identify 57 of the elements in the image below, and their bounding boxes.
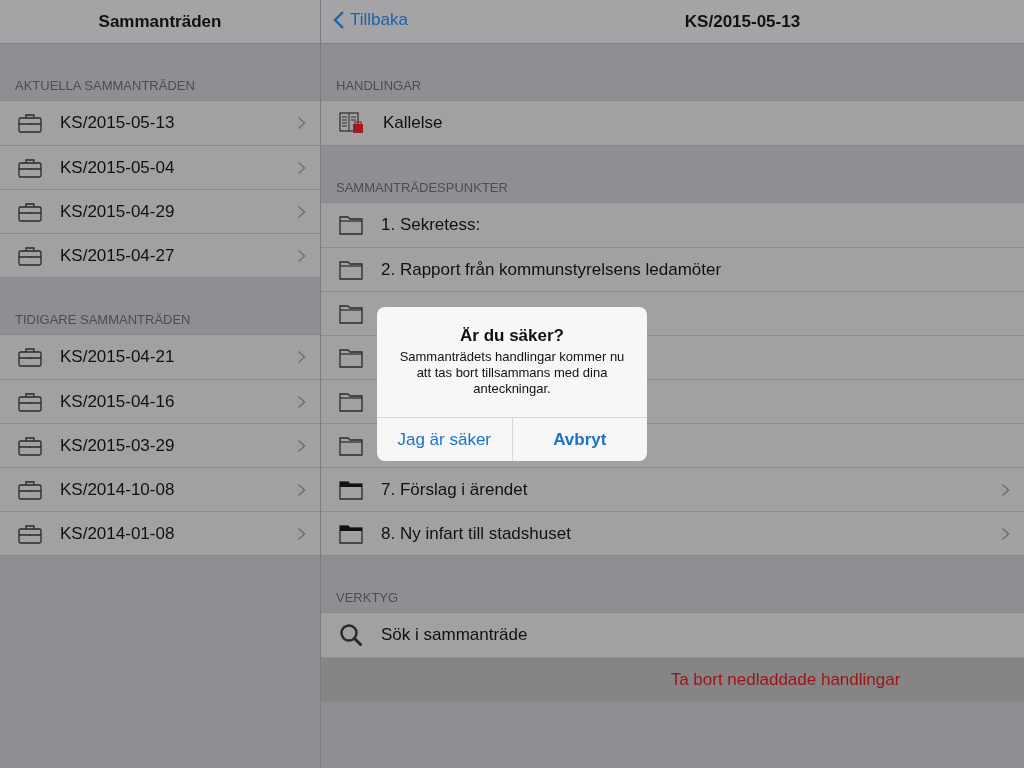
briefcase-icon [18, 391, 42, 412]
meeting-item[interactable]: KS/2015-04-16 [0, 379, 320, 423]
alert-message: Sammanträdets handlingar kommer nu att tas bort tillsammans med dina anteckningar. [398, 349, 626, 397]
agenda-item[interactable]: 1. Sekretess: [321, 203, 1024, 247]
section-header: VERKTYG [336, 590, 399, 605]
briefcase-icon [18, 157, 42, 178]
search-item[interactable]: Sök i sammanträde [321, 613, 1024, 657]
panel-title: KS/2015-05-13 [684, 11, 801, 32]
alert-title: Är du säker? [459, 326, 565, 346]
chevron-icon [297, 116, 306, 130]
panel-title: Sammanträden [98, 11, 222, 32]
briefcase-icon [18, 435, 42, 456]
briefcase-icon [18, 201, 42, 222]
briefcase-icon [18, 113, 42, 133]
section-header: HANDLINGAR [336, 78, 422, 93]
chevron-icon [297, 526, 306, 541]
chevron-icon [297, 394, 306, 409]
chevron-icon [297, 438, 306, 453]
agenda-item[interactable]: 8. Ny infart till stadshuset [321, 511, 1024, 555]
briefcase-icon [18, 479, 42, 500]
alert-button[interactable]: Jag är säker [377, 418, 512, 461]
document-icon [339, 111, 365, 135]
chevron-icon [1001, 526, 1010, 541]
document-item[interactable]: Kallelse [321, 101, 1024, 145]
folder-icon [339, 435, 363, 456]
briefcase-icon [18, 347, 42, 367]
search-icon [339, 623, 363, 647]
back-chevron-icon [333, 10, 345, 30]
meeting-item[interactable]: KS/2015-05-13 [0, 101, 320, 145]
meeting-item[interactable]: KS/2015-04-21 [0, 335, 320, 379]
briefcase-icon [18, 523, 42, 544]
meeting-item[interactable]: KS/2015-03-29 [0, 423, 320, 467]
chevron-icon [297, 350, 306, 364]
folder-icon [339, 215, 363, 235]
meeting-item[interactable]: KS/2015-04-27 [0, 233, 320, 277]
section-header: SAMMANTRÄDESPUNKTER [336, 180, 508, 195]
agenda-item[interactable]: 7. Förslag i ärendet [321, 467, 1024, 511]
meeting-item[interactable]: KS/2015-05-04 [0, 145, 320, 189]
folder-icon [339, 479, 363, 500]
agenda-item[interactable]: 2. Rapport från kommunstyrelsens ledamöter [321, 247, 1024, 291]
chevron-icon [1001, 482, 1010, 497]
folder-icon [339, 303, 363, 324]
chevron-icon [297, 482, 306, 497]
folder-icon [339, 259, 363, 280]
folder-icon [339, 391, 363, 412]
meeting-item[interactable]: KS/2014-01-08 [0, 511, 320, 555]
folder-icon [339, 347, 363, 368]
meeting-item[interactable]: KS/2015-04-29 [0, 189, 320, 233]
section-header: AKTUELLA SAMMANTRÄDEN [15, 78, 195, 93]
meeting-item[interactable]: KS/2014-10-08 [0, 467, 320, 511]
chevron-icon [297, 160, 306, 175]
chevron-icon [297, 204, 306, 219]
chevron-icon [297, 248, 306, 263]
section-header: TIDIGARE SAMMANTRÄDEN [15, 312, 191, 327]
folder-icon [339, 523, 363, 544]
alert-button[interactable]: Avbryt [511, 418, 647, 461]
briefcase-icon [18, 245, 42, 266]
